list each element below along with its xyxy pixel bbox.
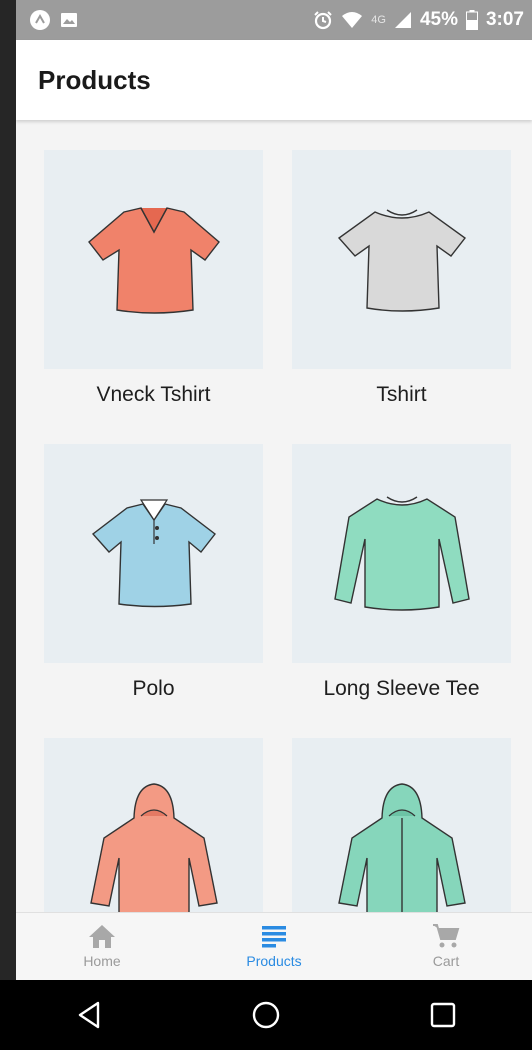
- network-type-label: 4G: [371, 14, 386, 26]
- product-card[interactable]: Vneck Tshirt: [44, 150, 263, 444]
- product-card[interactable]: Long Sleeve Tee: [292, 444, 511, 738]
- expo-icon: [30, 10, 50, 30]
- system-recents-button[interactable]: [373, 1000, 513, 1030]
- app-header: Products: [16, 40, 532, 120]
- left-edge: [0, 0, 16, 1050]
- system-nav-bar: [0, 980, 532, 1050]
- system-back-button[interactable]: [19, 1000, 159, 1030]
- nav-products-label: Products: [246, 953, 302, 969]
- back-icon: [78, 1001, 99, 1029]
- battery-icon: [465, 10, 478, 30]
- long-sleeve-tee-icon: [333, 495, 470, 611]
- system-home-button[interactable]: [196, 1000, 336, 1030]
- product-name: Tshirt: [376, 382, 427, 406]
- bottom-nav: Home Products Cart: [16, 912, 532, 980]
- hoodie-icon: [89, 782, 218, 916]
- status-time: 3:07: [485, 9, 524, 30]
- product-image: [44, 150, 263, 369]
- nav-cart-label: Cart: [432, 953, 460, 969]
- product-image: [292, 444, 511, 663]
- battery-percent: 45%: [419, 9, 458, 30]
- tshirt-icon: [337, 208, 466, 312]
- product-grid: Vneck Tshirt Tshirt Polo Long Sleeve Tee: [44, 150, 512, 980]
- product-name: Vneck Tshirt: [96, 382, 211, 406]
- vneck-tshirt-icon: [87, 206, 220, 314]
- status-right: 4G 45% 3:07: [313, 9, 532, 31]
- cart-icon: [433, 924, 460, 948]
- zip-hoodie-icon: [337, 782, 466, 916]
- status-bar: 4G 45% 3:07: [16, 0, 532, 40]
- nav-home-label: Home: [83, 953, 121, 969]
- wifi-icon: [342, 12, 363, 28]
- product-image: [292, 150, 511, 369]
- status-left: [16, 10, 78, 30]
- home-circle-icon: [252, 1001, 280, 1029]
- product-card[interactable]: Tshirt: [292, 150, 511, 444]
- app-screen: 4G 45% 3:07 Products Vneck Tshirt Tshirt…: [16, 0, 532, 980]
- product-name: Polo: [132, 676, 175, 700]
- image-icon: [61, 13, 77, 27]
- nav-home[interactable]: Home: [16, 913, 188, 980]
- page-title: Products: [38, 64, 151, 95]
- product-image: [44, 444, 263, 663]
- nav-products[interactable]: Products: [188, 913, 360, 980]
- signal-icon: [394, 12, 411, 28]
- recents-icon: [431, 1002, 456, 1028]
- alarm-icon: [314, 11, 332, 30]
- list-icon: [262, 926, 286, 948]
- nav-cart[interactable]: Cart: [360, 913, 532, 980]
- home-icon: [89, 925, 115, 948]
- polo-shirt-icon: [91, 498, 216, 607]
- product-name: Long Sleeve Tee: [323, 676, 480, 700]
- product-card[interactable]: Polo: [44, 444, 263, 738]
